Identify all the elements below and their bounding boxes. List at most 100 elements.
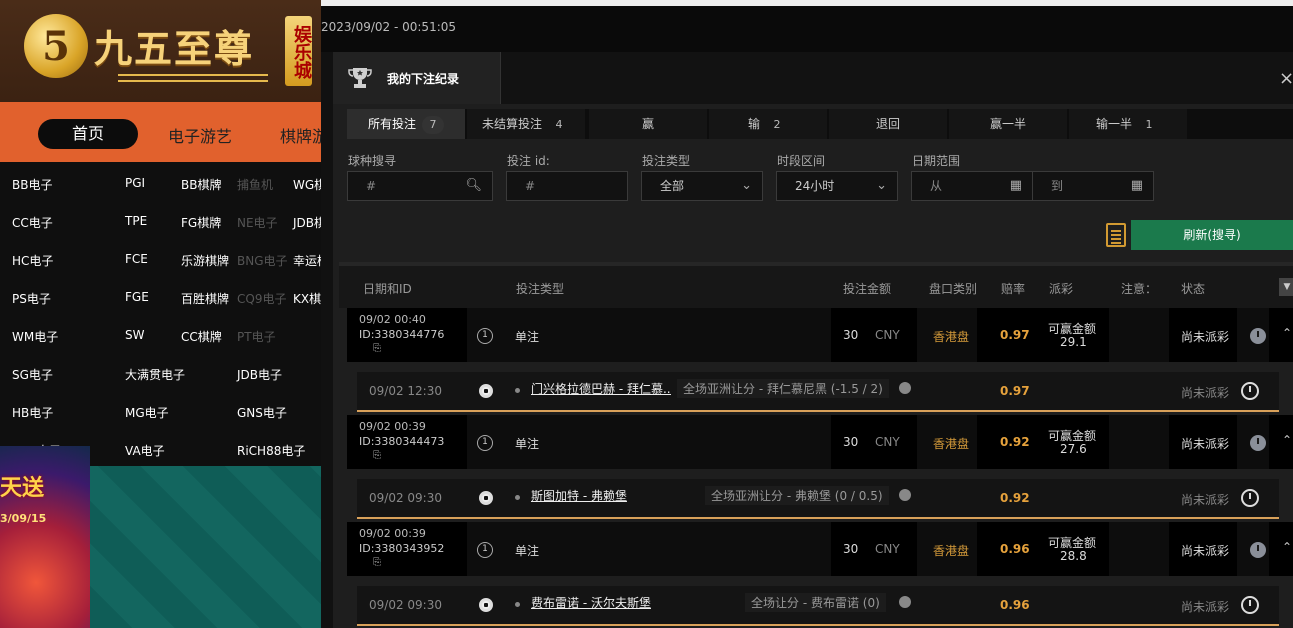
match-teams-link[interactable]: 门兴格拉德巴赫 - 拜仁慕... bbox=[531, 380, 671, 397]
chevron-up-icon[interactable]: ⌃ bbox=[1282, 326, 1292, 340]
bet-id-label: 投注 id: bbox=[507, 154, 550, 168]
datetime: 2023/09/02 - 00:51:05 bbox=[321, 20, 457, 34]
dropdown-item[interactable]: SG电子 bbox=[12, 366, 53, 383]
nav-card-games[interactable]: 棋牌游 bbox=[280, 123, 321, 147]
date-to-input[interactable]: 到 ▦ bbox=[1032, 171, 1154, 201]
nav-electronic-games[interactable]: 电子游艺 bbox=[168, 123, 232, 147]
clock-icon bbox=[1250, 328, 1266, 344]
close-icon[interactable]: × bbox=[1279, 68, 1293, 89]
tab-lost[interactable]: 输2 bbox=[709, 109, 829, 139]
match-teams-link[interactable]: 费布雷诺 - 沃尔夫斯堡 bbox=[531, 594, 671, 611]
dropdown-item[interactable]: WG棋 bbox=[293, 176, 321, 193]
tab-all-bets[interactable]: 所有投注 7 bbox=[347, 109, 467, 139]
promo-banner[interactable]: 天送 3/09/15 bbox=[0, 446, 90, 628]
column-menu-icon[interactable]: ▼ bbox=[1279, 278, 1293, 296]
search-icon: 🔍︎ bbox=[465, 178, 482, 193]
period-select[interactable]: 24小时 ⌄ bbox=[776, 171, 898, 201]
dropdown-item[interactable]: FGE bbox=[125, 290, 149, 304]
nav-home[interactable]: 首页 bbox=[38, 119, 138, 149]
dropdown-item[interactable]: BB电子 bbox=[12, 176, 52, 193]
date-from-input[interactable]: 从 ▦ bbox=[911, 171, 1033, 201]
dropdown-item[interactable]: FG棋牌 bbox=[181, 214, 221, 231]
bet-amount: 30 bbox=[843, 542, 859, 556]
dropdown-item[interactable]: BB棋牌 bbox=[181, 176, 221, 193]
dropdown-item[interactable]: 大满贯电子 bbox=[125, 366, 185, 383]
dropdown-item[interactable]: 幸运棋 bbox=[293, 252, 321, 269]
sport-search-input[interactable]: # 🔍︎ bbox=[347, 171, 493, 201]
bet-type: 单注 bbox=[515, 437, 540, 451]
sport-search-placeholder: # bbox=[366, 179, 377, 193]
bet-status: 尚未派彩 bbox=[1181, 544, 1230, 558]
bet-id: ID:3380343952 bbox=[359, 542, 445, 555]
odds-market: 香港盘 bbox=[933, 330, 970, 344]
copy-icon[interactable]: ⎘ bbox=[373, 557, 381, 568]
dropdown-item[interactable]: 乐游棋牌 bbox=[181, 252, 229, 269]
clock-icon bbox=[1241, 382, 1259, 400]
dropdown-item[interactable]: SW bbox=[125, 328, 144, 342]
logo-text: 九五至尊 bbox=[94, 26, 255, 71]
dropdown-item[interactable]: VA电子 bbox=[125, 442, 165, 459]
dropdown-item[interactable]: CC棋牌 bbox=[181, 328, 222, 345]
date-from-placeholder: 从 bbox=[930, 179, 943, 193]
copy-icon[interactable]: ⎘ bbox=[373, 450, 381, 461]
col-market: 盘口类别 bbox=[929, 282, 978, 296]
status-tabs: 所有投注 7 未结算投注 4 赢 输2 退回 赢一半 输一半 1 bbox=[347, 109, 1293, 139]
selection-odds: 0.97 bbox=[1000, 384, 1030, 398]
logo-emblem: 5 bbox=[24, 14, 88, 78]
bet-id-placeholder: # bbox=[525, 179, 536, 193]
table-row[interactable]: 09/02 00:39 ID:3380344473 ⎘ 1 单注 30 CNY … bbox=[347, 415, 1293, 469]
tab-half-lost[interactable]: 输一半 1 bbox=[1069, 109, 1189, 139]
dropdown-item[interactable]: 百胜棋牌 bbox=[181, 290, 229, 307]
dropdown-item[interactable]: HC电子 bbox=[12, 252, 53, 269]
chevron-up-icon[interactable]: ⌃ bbox=[1282, 540, 1292, 554]
bet-type-select[interactable]: 全部 ⌄ bbox=[641, 171, 763, 201]
clipboard-icon[interactable] bbox=[1106, 223, 1126, 247]
refresh-search-button[interactable]: 刷新(搜寻) bbox=[1131, 220, 1293, 250]
copy-icon[interactable]: ⎘ bbox=[373, 343, 381, 354]
top-strip bbox=[321, 0, 1293, 6]
tab-label: 赢一半 bbox=[989, 117, 1026, 131]
dropdown-item[interactable]: JDB棋 bbox=[293, 214, 321, 231]
calendar-icon: ▦ bbox=[1009, 178, 1022, 193]
period-label: 时段区间 bbox=[777, 154, 826, 168]
date-to-placeholder: 到 bbox=[1051, 179, 1064, 193]
odds-market: 香港盘 bbox=[933, 544, 970, 558]
row-cell bbox=[1109, 308, 1169, 362]
panel-header: 我的下注纪录 × bbox=[333, 52, 1293, 104]
dropdown-item[interactable]: CC电子 bbox=[12, 214, 53, 231]
tab-count: 4 bbox=[555, 118, 563, 131]
bet-currency: CNY bbox=[875, 542, 900, 556]
live-stream-icon[interactable] bbox=[899, 489, 911, 501]
dropdown-item[interactable]: JDB电子 bbox=[237, 366, 282, 383]
tab-won[interactable]: 赢 bbox=[589, 109, 709, 139]
soccer-ball-icon bbox=[479, 491, 493, 505]
dropdown-item[interactable]: WM电子 bbox=[12, 328, 58, 345]
dropdown-item[interactable]: FCE bbox=[125, 252, 148, 266]
bet-id-input[interactable]: # bbox=[506, 171, 628, 201]
dropdown-item[interactable]: PGI bbox=[125, 176, 145, 190]
live-stream-icon[interactable] bbox=[899, 382, 911, 394]
tab-unsettled[interactable]: 未结算投注 4 bbox=[467, 109, 587, 139]
dropdown-item[interactable]: KX棋 bbox=[293, 290, 321, 307]
tab-label: 赢 bbox=[641, 117, 654, 131]
dropdown-item[interactable]: GNS电子 bbox=[237, 404, 287, 421]
dropdown-item[interactable]: TPE bbox=[125, 214, 147, 228]
tab-refunded[interactable]: 退回 bbox=[829, 109, 949, 139]
dropdown-item[interactable]: HB电子 bbox=[12, 404, 53, 421]
live-stream-icon[interactable] bbox=[899, 596, 911, 608]
dropdown-item[interactable]: RiCH88电子 bbox=[237, 442, 305, 459]
chevron-up-icon[interactable]: ⌃ bbox=[1282, 433, 1292, 447]
tab-half-won[interactable]: 赢一半 bbox=[949, 109, 1069, 139]
dropdown-item[interactable]: MG电子 bbox=[125, 404, 169, 421]
dropdown-item-faded: NE电子 bbox=[237, 216, 278, 230]
tab-label: 未结算投注 bbox=[481, 117, 542, 131]
match-teams-link[interactable]: 斯图加特 - 弗赖堡 bbox=[531, 487, 671, 504]
bet-status: 尚未派彩 bbox=[1181, 437, 1230, 451]
match-time: 09/02 12:30 bbox=[369, 384, 442, 398]
tab-count: 7 bbox=[422, 116, 444, 134]
table-row[interactable]: 09/02 00:39 ID:3380343952 ⎘ 1 单注 30 CNY … bbox=[347, 522, 1293, 576]
dropdown-item[interactable]: PS电子 bbox=[12, 290, 51, 307]
table-row[interactable]: 09/02 00:40 ID:3380344776 ⎘ 1 单注 30 CNY … bbox=[347, 308, 1293, 362]
payout-value: 27.6 bbox=[1060, 442, 1087, 456]
clock-icon bbox=[1250, 542, 1266, 558]
